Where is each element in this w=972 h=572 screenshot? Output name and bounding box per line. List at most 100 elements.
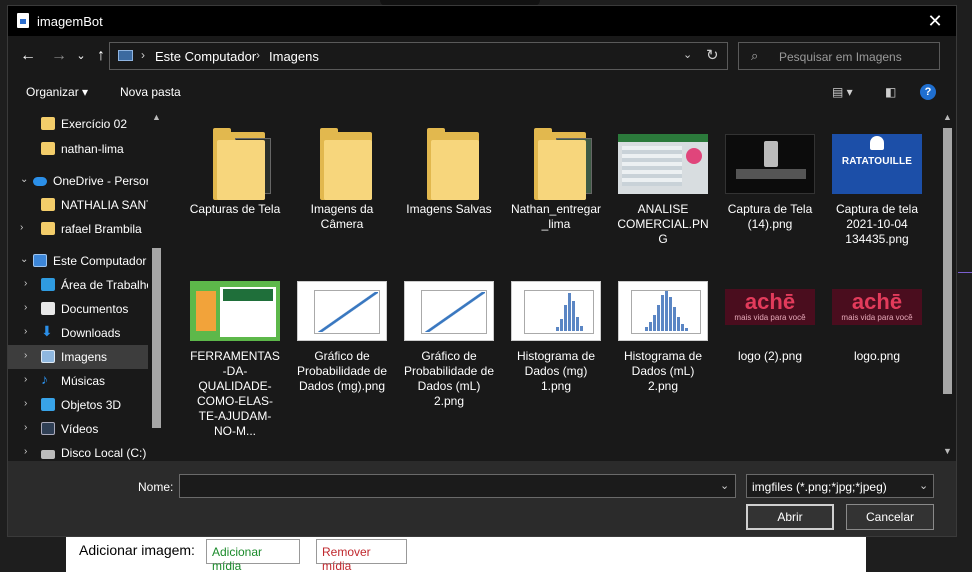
help-icon[interactable]: ?: [920, 84, 936, 100]
file-name: Imagens da Câmera: [310, 202, 374, 231]
scrollbar-thumb[interactable]: [152, 248, 161, 428]
file-item-ferramentas-da-qualidade[interactable]: FERRAMENTAS-DA-QUALIDADE-COMO-ELAS-TE-AJ…: [185, 259, 285, 439]
chevron-down-icon[interactable]: ⌄: [720, 479, 729, 492]
folder-icon: [41, 142, 55, 155]
file-type-select[interactable]: imgfiles (*.png;*jpg;*jpeg) ⌄: [746, 474, 934, 498]
address-bar[interactable]: › Este Computador › Imagens ⌄ ↻: [109, 42, 728, 70]
sidebar-item-videos[interactable]: › Vídeos: [8, 417, 148, 441]
file-name-input[interactable]: ⌄: [179, 474, 736, 498]
sidebar-item-objetos-3d[interactable]: › Objetos 3D: [8, 393, 148, 417]
image-thumbnail: [618, 281, 708, 341]
chevron-down-icon[interactable]: ⌄: [683, 48, 692, 61]
chevron-right-icon[interactable]: ›: [24, 278, 27, 289]
file-type-value: imgfiles (*.png;*jpg;*jpeg): [752, 480, 887, 494]
sidebar-item-rafael-brambila[interactable]: › rafael Brambila: [8, 217, 148, 241]
image-thumbnail: achē mais vida para você: [832, 289, 922, 325]
scrollbar-thumb[interactable]: [943, 128, 952, 394]
sidebar-item-downloads[interactable]: › ⬇ Downloads: [8, 321, 148, 345]
image-thumbnail: [190, 281, 280, 341]
breadcrumb-imagens[interactable]: Imagens: [269, 49, 319, 64]
sidebar-item-este-computador[interactable]: ⌄ Este Computador: [8, 249, 148, 273]
sidebar-item-label: Documentos: [61, 302, 129, 316]
videos-icon: [41, 422, 55, 435]
sidebar-item-imagens[interactable]: › Imagens: [8, 345, 148, 369]
chevron-right-icon[interactable]: ›: [24, 350, 27, 361]
sidebar-item-label: Vídeos: [61, 422, 99, 436]
thumbnail-text: achē: [851, 289, 903, 314]
file-item-capturas-de-tela[interactable]: Capturas de Tela: [185, 112, 285, 217]
file-item-imagens-salvas[interactable]: Imagens Salvas: [399, 112, 499, 217]
search-input[interactable]: ⌕ Pesquisar em Imagens: [738, 42, 940, 70]
chevron-down-icon[interactable]: ⌄: [20, 254, 28, 265]
file-name: Imagens Salvas: [406, 202, 492, 216]
file-list-scrollbar[interactable]: ▲ ▼: [939, 108, 956, 461]
file-item-captura-de-tela-2021[interactable]: RATATOUILLE Captura de tela 2021-10-04 1…: [827, 112, 927, 247]
chevron-right-icon[interactable]: ›: [24, 422, 27, 433]
file-item-histograma-ml[interactable]: Histograma de Dados (mL) 2.png: [613, 259, 713, 394]
chevron-right-icon[interactable]: ›: [24, 446, 27, 457]
file-name: ANALISE COMERCIAL.PNG: [617, 202, 709, 246]
open-button[interactable]: Abrir: [746, 504, 834, 530]
chevron-down-icon[interactable]: ⌄: [919, 479, 928, 492]
sidebar-item-label: Área de Trabalho: [61, 278, 154, 292]
sidebar-item-musicas[interactable]: › ♪ Músicas: [8, 369, 148, 393]
thumbnail-text: mais vida para você: [841, 313, 913, 322]
sidebar-item-nathalia-sant[interactable]: NATHALIA SANT: [8, 193, 153, 217]
scroll-up-icon[interactable]: ▲: [943, 112, 952, 122]
title-bar: imagemBot ✕: [8, 6, 956, 36]
chevron-right-icon[interactable]: ›: [24, 374, 27, 385]
recent-locations-icon[interactable]: ⌄: [70, 45, 92, 67]
file-item-analise-comercial[interactable]: ANALISE COMERCIAL.PNG: [613, 112, 713, 247]
image-thumbnail: achē mais vida para você: [725, 289, 815, 325]
desktop-icon: [41, 278, 55, 291]
folder-icon: [320, 128, 372, 200]
scroll-up-icon[interactable]: ▲: [152, 112, 161, 122]
scroll-down-icon[interactable]: ▼: [943, 446, 952, 456]
organize-menu[interactable]: Organizar ▾: [26, 85, 88, 99]
view-options-icon[interactable]: ▤ ▾: [832, 85, 853, 99]
refresh-icon[interactable]: ↻: [706, 46, 719, 64]
file-item-nathan-entregar-lima[interactable]: Nathan_entregar_lima: [506, 112, 606, 232]
thumbnail-text: RATATOUILLE: [841, 156, 913, 167]
file-name-bar: Nome: ⌄ imgfiles (*.png;*jpg;*jpeg) ⌄ Ab…: [8, 461, 956, 536]
add-media-button[interactable]: Adicionar mídia: [206, 539, 300, 572]
download-icon: ⬇: [41, 323, 53, 339]
computer-icon: [33, 254, 47, 267]
file-item-histograma-mg[interactable]: Histograma de Dados (mg) 1.png: [506, 259, 606, 394]
folder-icon: [534, 128, 592, 200]
disk-icon: [41, 450, 55, 459]
sidebar-item-area-de-trabalho[interactable]: › Área de Trabalho: [8, 273, 153, 297]
new-folder-button[interactable]: Nova pasta: [120, 85, 181, 99]
cancel-button[interactable]: Cancelar: [846, 504, 934, 530]
sidebar-item-disco-local[interactable]: › Disco Local (C:): [8, 441, 148, 461]
close-icon[interactable]: ✕: [920, 8, 950, 34]
computer-icon: [118, 50, 133, 61]
preview-pane-icon[interactable]: ◧: [885, 85, 896, 99]
file-name: Nathan_entregar_lima: [510, 202, 602, 231]
file-item-logo-2[interactable]: achē mais vida para você logo (2).png: [720, 259, 820, 364]
forward-arrow-icon[interactable]: →: [48, 45, 70, 67]
sidebar-scrollbar[interactable]: ▲: [148, 108, 165, 461]
sidebar-item-exercicio-02[interactable]: Exercício 02: [8, 112, 148, 136]
file-name: logo (2).png: [737, 349, 803, 363]
sidebar-item-documentos[interactable]: › Documentos: [8, 297, 148, 321]
chevron-right-icon[interactable]: ›: [24, 326, 27, 337]
chevron-right-icon[interactable]: ›: [20, 222, 23, 233]
search-placeholder: Pesquisar em Imagens: [779, 50, 902, 64]
sidebar-item-onedrive[interactable]: ⌄ OneDrive - Persor: [8, 169, 150, 193]
breadcrumb-este-computador[interactable]: Este Computador: [155, 49, 256, 64]
file-item-grafico-probabilidade-mg[interactable]: Gráfico de Probabilidade de Dados (mg).p…: [292, 259, 392, 394]
chevron-right-icon[interactable]: ›: [24, 398, 27, 409]
remove-media-button[interactable]: Remover mídia: [316, 539, 407, 572]
sidebar-item-label: nathan-lima: [61, 142, 124, 156]
sidebar-item-nathan-lima[interactable]: nathan-lima: [8, 137, 148, 161]
file-item-grafico-probabilidade-ml[interactable]: Gráfico de Probabilidade de Dados (mL) 2…: [399, 259, 499, 409]
back-arrow-icon[interactable]: ←: [17, 45, 39, 67]
file-name: Gráfico de Probabilidade de Dados (mg).p…: [296, 349, 388, 393]
chevron-down-icon[interactable]: ⌄: [20, 174, 28, 185]
file-item-captura-de-tela-14[interactable]: Captura de Tela (14).png: [720, 112, 820, 232]
chevron-right-icon[interactable]: ›: [24, 302, 27, 313]
file-item-logo[interactable]: achē mais vida para você logo.png: [827, 259, 927, 364]
sidebar-item-label: Downloads: [61, 326, 121, 340]
file-item-imagens-da-camera[interactable]: Imagens da Câmera: [292, 112, 392, 232]
